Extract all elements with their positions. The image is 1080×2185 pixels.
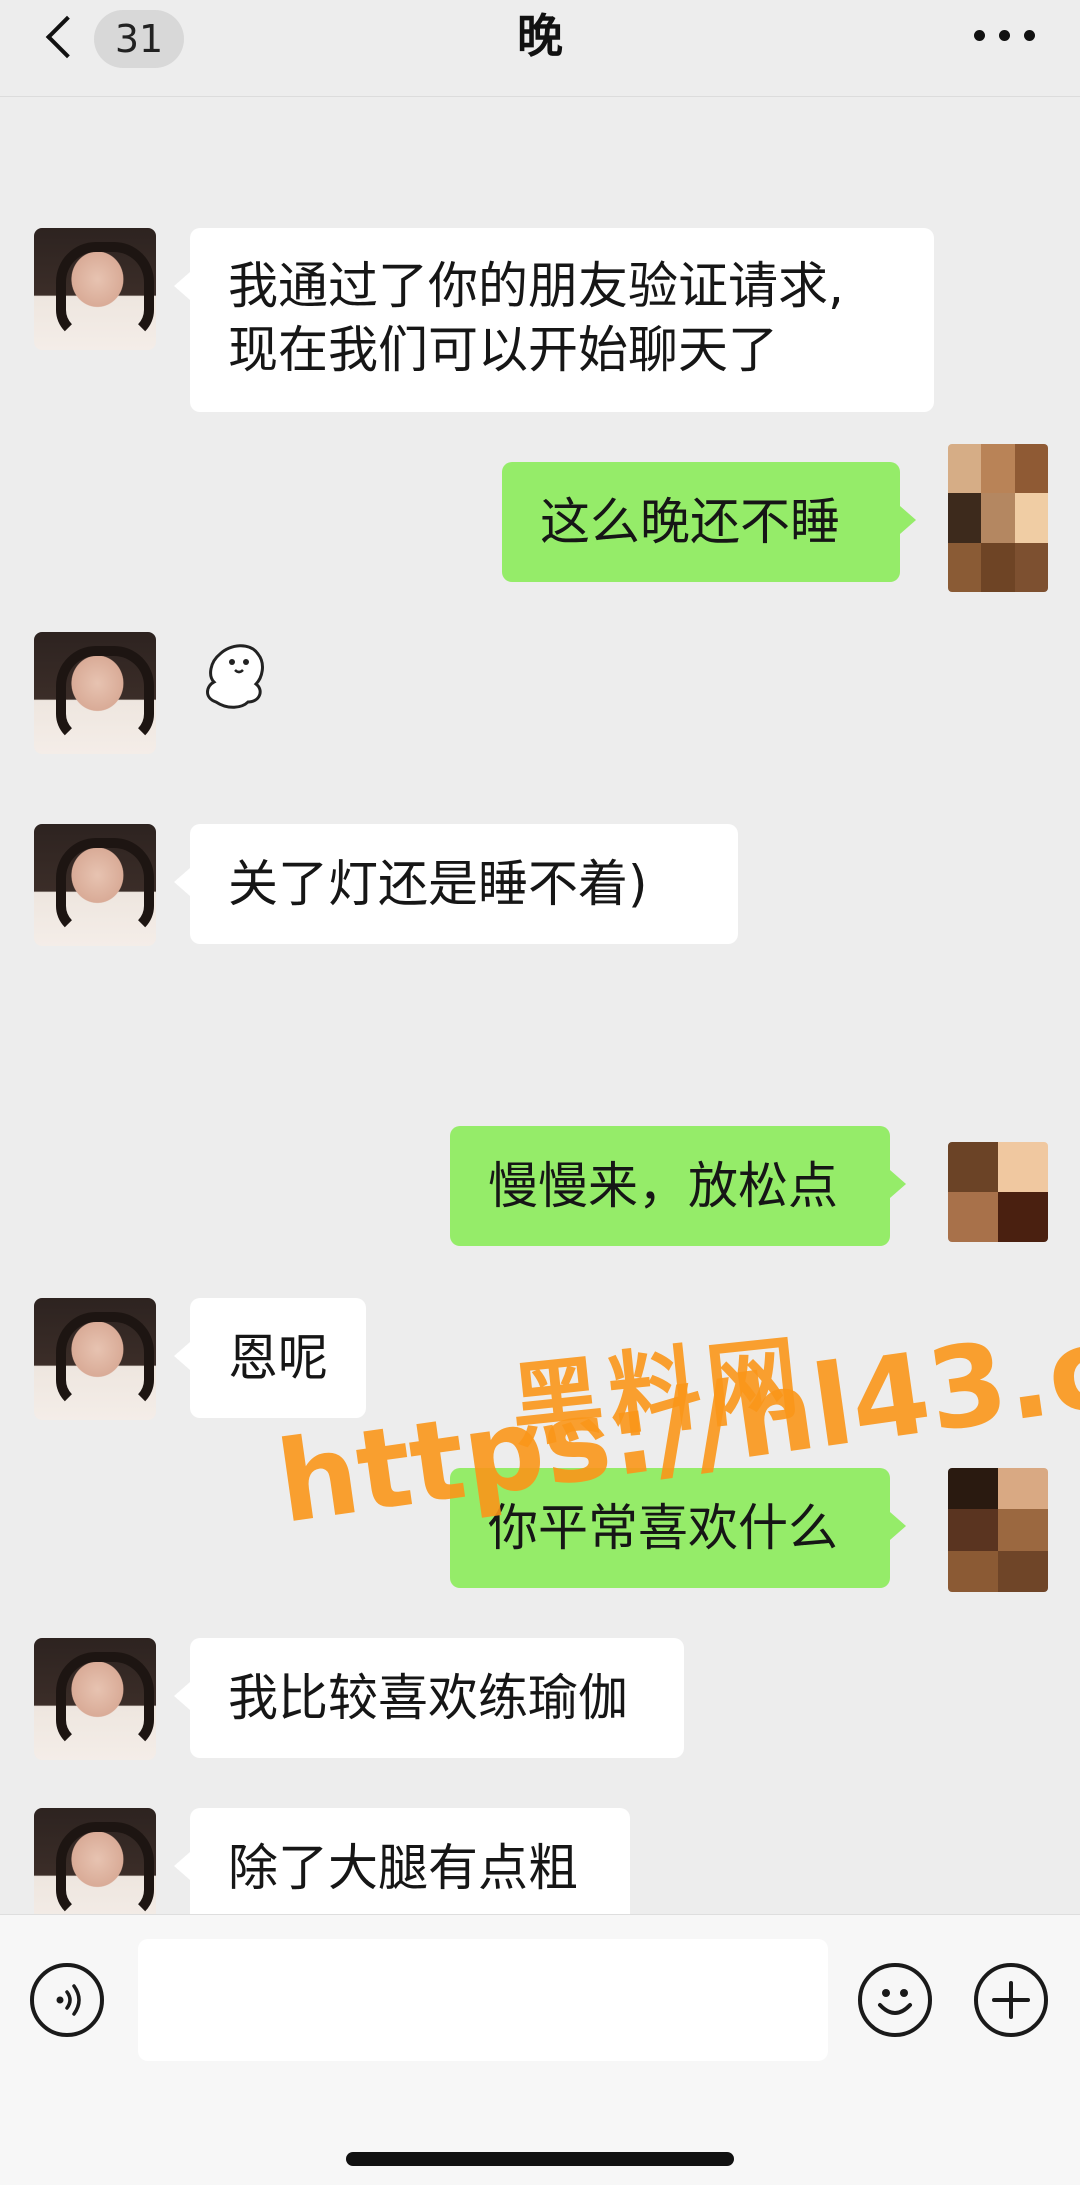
message-bubble-received[interactable]: 我通过了你的朋友验证请求, 现在我们可以开始聊天了	[174, 228, 934, 412]
chat-header: 31 晚	[0, 0, 1080, 97]
plus-circle-icon[interactable]	[974, 1963, 1048, 2037]
my-avatar[interactable]	[948, 1468, 1048, 1592]
emoji-smile-icon[interactable]	[858, 1963, 932, 2037]
message-text: 除了大腿有点粗	[228, 1839, 578, 1897]
contact-avatar[interactable]	[34, 1638, 156, 1760]
message-input[interactable]	[138, 1939, 828, 2061]
home-indicator[interactable]	[346, 2152, 734, 2166]
chevron-left-icon	[45, 15, 89, 59]
message-text-line: 现在我们可以开始聊天了	[228, 321, 778, 379]
contact-avatar[interactable]	[34, 824, 156, 946]
doodle-ghost-sticker[interactable]	[198, 632, 272, 712]
unread-count-badge: 31	[94, 10, 184, 68]
more-dots-icon[interactable]	[970, 16, 1040, 52]
input-bar	[0, 1914, 1080, 2185]
my-avatar[interactable]	[948, 444, 1048, 592]
message-bubble-sent[interactable]: 慢慢来，放松点	[450, 1126, 906, 1246]
contact-avatar[interactable]	[34, 1808, 156, 1930]
message-text: 慢慢来，放松点	[488, 1157, 838, 1215]
message-bubble-sent[interactable]: 这么晚还不睡	[502, 462, 916, 582]
message-bubble-received[interactable]: 恩呢	[174, 1298, 366, 1418]
contact-avatar[interactable]	[34, 228, 156, 350]
message-text: 我比较喜欢练瑜伽	[228, 1669, 628, 1727]
my-avatar[interactable]	[948, 1142, 1048, 1242]
contact-avatar[interactable]	[34, 632, 156, 754]
message-text: 恩呢	[228, 1329, 328, 1387]
back-button[interactable]: 31	[38, 6, 188, 68]
voice-icon[interactable]	[30, 1963, 104, 2037]
chat-title: 晚	[517, 9, 563, 63]
message-text: 关了灯还是睡不着)	[228, 855, 648, 913]
message-bubble-received[interactable]: 关了灯还是睡不着)	[174, 824, 738, 944]
message-text: 这么晚还不睡	[540, 493, 840, 551]
message-bubble-received[interactable]: 除了大腿有点粗	[174, 1808, 630, 1928]
message-text-line: 我通过了你的朋友验证请求,	[228, 257, 844, 315]
message-bubble-received[interactable]: 我比较喜欢练瑜伽	[174, 1638, 684, 1758]
contact-avatar[interactable]	[34, 1298, 156, 1420]
